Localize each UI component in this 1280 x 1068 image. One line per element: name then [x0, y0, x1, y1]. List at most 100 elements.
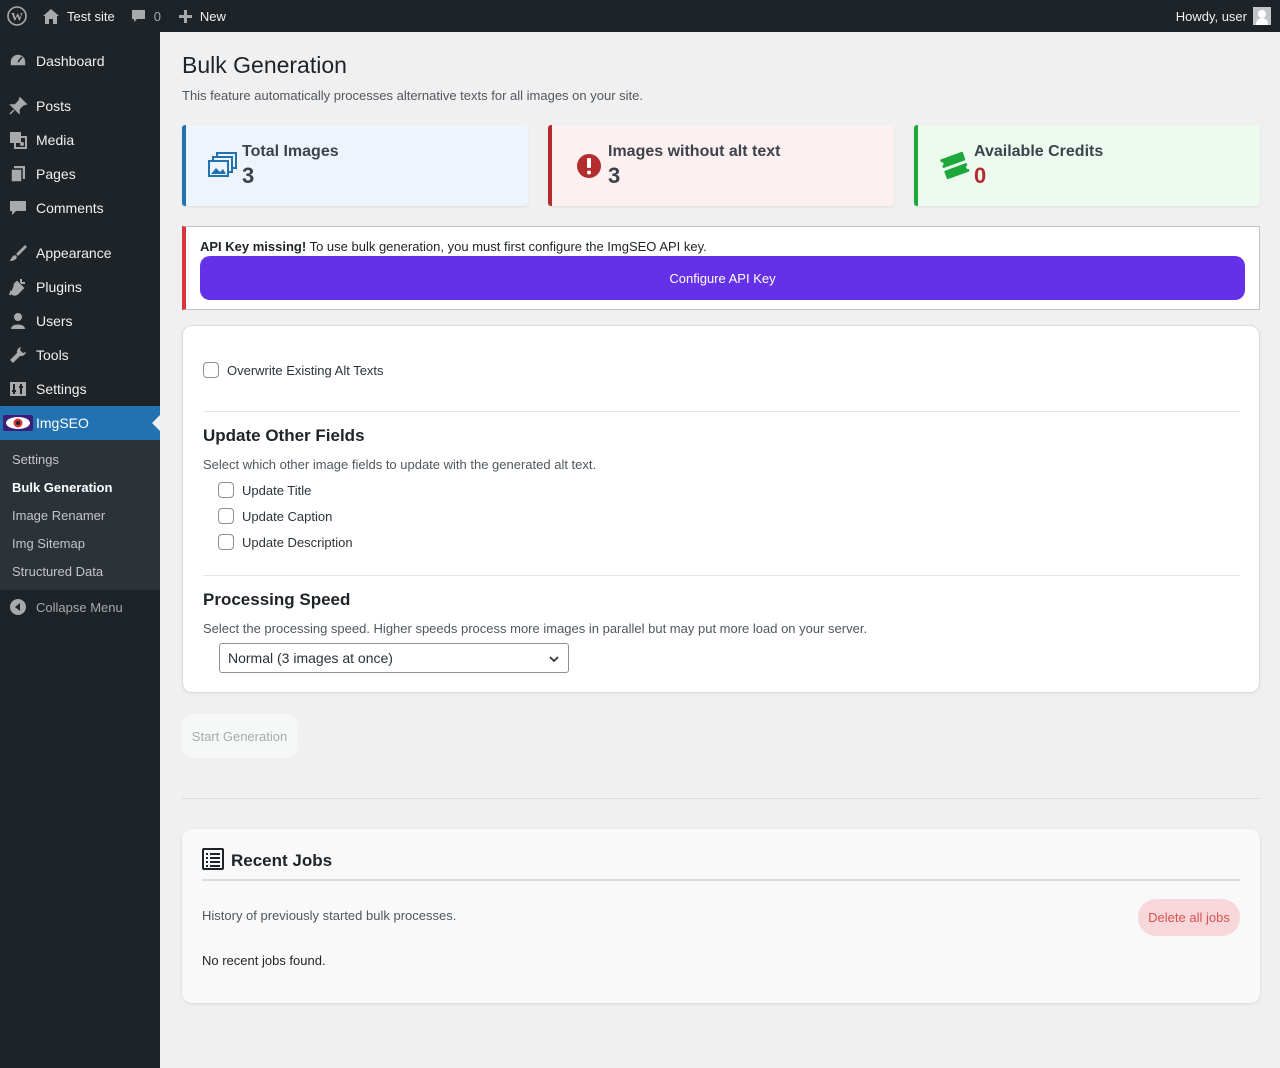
page-description: This feature automatically processes alt…: [182, 88, 643, 103]
update-caption-checkbox[interactable]: [218, 508, 234, 524]
sidebar-label: ImgSEO: [36, 415, 89, 431]
new-content-link[interactable]: New: [169, 0, 234, 32]
howdy-text: Howdy, user: [1175, 8, 1247, 24]
sidebar-label: Settings: [36, 381, 87, 397]
submenu-item-img-sitemap[interactable]: Img Sitemap: [12, 536, 85, 551]
comments-count: 0: [153, 8, 161, 24]
stat-label: Images without alt text: [608, 142, 781, 160]
generation-options-panel: Overwrite Existing Alt Texts Update Othe…: [182, 325, 1260, 693]
update-caption-label: Update Caption: [242, 508, 333, 524]
chevron-down-icon: [548, 652, 560, 668]
plug-icon: [0, 277, 36, 297]
stat-card-total-images: Total Images 3: [182, 125, 528, 206]
notice-text: To use bulk generation, you must first c…: [306, 239, 707, 254]
eye-logo-icon: [0, 415, 36, 431]
sidebar-label: Plugins: [36, 279, 82, 295]
collapse-menu-button[interactable]: Collapse Menu: [0, 592, 160, 622]
admin-sidebar: Dashboard Posts Media Pages Comments App…: [0, 32, 160, 1068]
overwrite-checkbox[interactable]: [203, 362, 219, 378]
sidebar-item-media[interactable]: Media: [0, 123, 160, 157]
divider: [203, 411, 1240, 412]
sidebar-label: Media: [36, 132, 75, 148]
wrench-icon: [0, 345, 36, 365]
submenu-item-bulk-generation[interactable]: Bulk Generation: [12, 480, 112, 495]
update-fields-description: Select which other image fields to updat…: [203, 457, 597, 472]
stat-value: 0: [974, 162, 987, 188]
sliders-icon: [0, 379, 36, 399]
submenu-item-settings[interactable]: Settings: [12, 452, 59, 467]
svg-text:W: W: [11, 10, 23, 24]
plus-icon: [178, 9, 192, 23]
submenu-item-image-renamer[interactable]: Image Renamer: [12, 508, 105, 523]
page-title: Bulk Generation: [182, 52, 347, 78]
tickets-icon: [918, 151, 974, 181]
user-icon: [0, 311, 36, 331]
update-description-option[interactable]: Update Description: [218, 534, 353, 550]
alert-icon: [552, 153, 608, 179]
update-caption-option[interactable]: Update Caption: [218, 508, 332, 524]
pages-icon: [0, 164, 36, 184]
comments-link[interactable]: 0: [123, 0, 169, 32]
delete-all-jobs-button[interactable]: Delete all jobs: [1138, 899, 1240, 936]
sidebar-item-plugins[interactable]: Plugins: [0, 270, 160, 304]
recent-jobs-panel: Recent Jobs History of previously starte…: [182, 829, 1260, 1003]
update-fields-title: Update Other Fields: [203, 426, 365, 445]
collapse-arrow-icon: [0, 599, 36, 615]
sidebar-item-users[interactable]: Users: [0, 304, 160, 338]
media-icon: [0, 130, 36, 150]
sidebar-label: Pages: [36, 166, 76, 182]
sidebar-item-appearance[interactable]: Appearance: [0, 236, 160, 270]
api-key-notice: API Key missing! To use bulk generation,…: [182, 226, 1260, 310]
stat-card-credits: Available Credits 0: [914, 125, 1260, 206]
images-icon: [186, 151, 242, 180]
sidebar-item-settings[interactable]: Settings: [0, 372, 160, 406]
overwrite-option[interactable]: Overwrite Existing Alt Texts: [203, 362, 384, 378]
processing-speed-description: Select the processing speed. Higher spee…: [203, 621, 868, 636]
admin-bar: W Test site 0 New Howdy, user: [0, 0, 1280, 32]
wordpress-logo-icon[interactable]: W: [0, 0, 33, 32]
site-name: Test site: [67, 8, 115, 24]
sidebar-item-pages[interactable]: Pages: [0, 157, 160, 191]
start-generation-button[interactable]: Start Generation: [182, 714, 297, 758]
section-divider: [182, 798, 1260, 799]
brush-icon: [0, 243, 36, 263]
sidebar-item-comments[interactable]: Comments: [0, 191, 160, 225]
dashboard-icon: [0, 51, 36, 71]
sidebar-item-posts[interactable]: Posts: [0, 89, 160, 123]
sidebar-label: Posts: [36, 98, 72, 114]
speed-select-value: Normal (3 images at once): [228, 650, 393, 666]
processing-speed-select[interactable]: Normal (3 images at once): [219, 643, 569, 673]
new-label: New: [199, 8, 226, 24]
collapse-label: Collapse Menu: [36, 599, 123, 615]
stat-label: Available Credits: [974, 142, 1104, 160]
avatar: [1253, 7, 1271, 25]
list-icon: [202, 848, 224, 873]
sidebar-item-dashboard[interactable]: Dashboard: [0, 44, 160, 78]
sidebar-item-imgseo[interactable]: ImgSEO: [0, 406, 160, 440]
sidebar-label: Appearance: [36, 245, 112, 261]
recent-jobs-title: Recent Jobs: [231, 850, 333, 870]
no-jobs-message: No recent jobs found.: [202, 953, 326, 968]
recent-jobs-header: Recent Jobs: [202, 848, 332, 873]
submenu-item-structured-data[interactable]: Structured Data: [12, 564, 103, 579]
update-description-checkbox[interactable]: [218, 534, 234, 550]
sidebar-item-tools[interactable]: Tools: [0, 338, 160, 372]
stat-label: Total Images: [242, 142, 339, 160]
sidebar-label: Comments: [36, 200, 104, 216]
site-name-link[interactable]: Test site: [33, 0, 123, 32]
configure-api-key-button[interactable]: Configure API Key: [200, 256, 1245, 300]
stat-value: 3: [242, 162, 255, 188]
update-title-checkbox[interactable]: [218, 482, 234, 498]
notice-strong: API Key missing!: [200, 239, 307, 254]
divider: [202, 879, 1240, 881]
my-account-link[interactable]: Howdy, user: [1168, 0, 1280, 32]
sidebar-label: Tools: [36, 347, 69, 363]
pin-icon: [0, 96, 36, 116]
notice-message: API Key missing! To use bulk generation,…: [200, 239, 707, 254]
divider: [203, 575, 1240, 576]
update-title-label: Update Title: [242, 482, 312, 498]
update-title-option[interactable]: Update Title: [218, 482, 311, 498]
comment-icon: [0, 198, 36, 218]
stat-value: 3: [608, 162, 621, 188]
update-description-label: Update Description: [242, 534, 353, 550]
